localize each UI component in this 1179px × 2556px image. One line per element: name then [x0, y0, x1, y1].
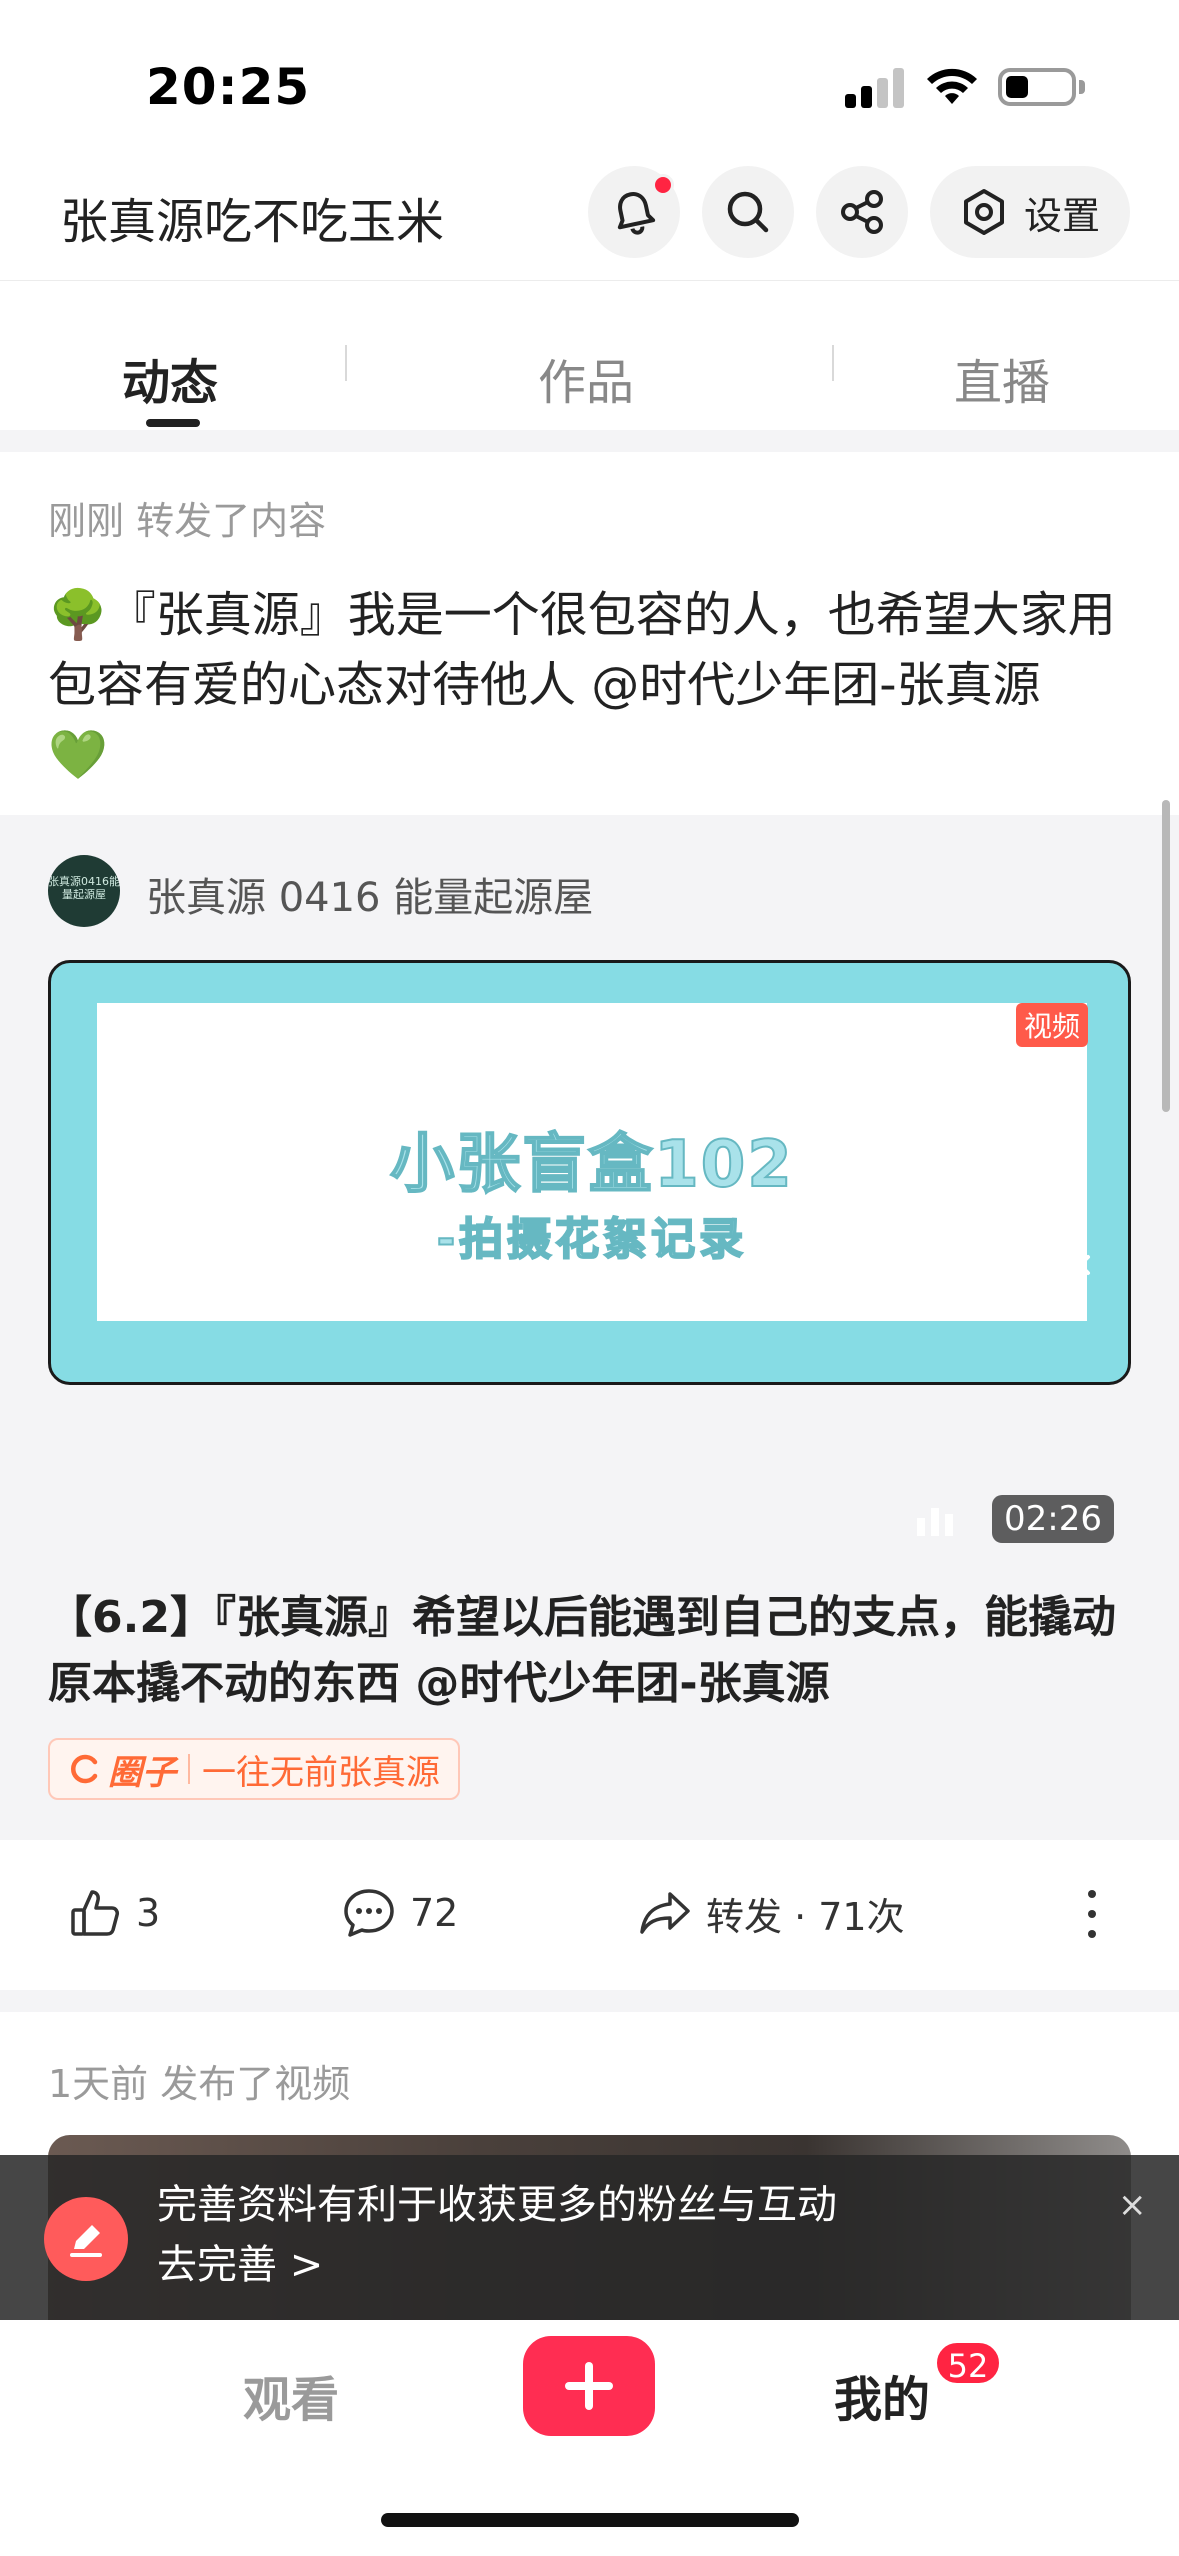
video-progress-icon — [917, 1508, 961, 1536]
notification-dot — [652, 174, 674, 196]
close-icon[interactable]: × — [1118, 2185, 1147, 2225]
circle-divider — [188, 1754, 190, 1784]
section-gap — [0, 430, 1179, 452]
settings-label: 设置 — [1024, 193, 1101, 238]
tab-divider — [345, 345, 347, 381]
settings-icon — [964, 189, 1004, 235]
scrollbar[interactable] — [1162, 800, 1170, 1112]
repost-author[interactable]: 张真源 0416 能量起源屋 — [146, 865, 593, 923]
share-button[interactable] — [816, 166, 908, 258]
battery-cap — [1079, 80, 1085, 94]
notification-badge: 52 — [934, 2340, 1002, 2386]
share-icon — [841, 190, 883, 234]
reposted-content[interactable]: 张真源0416能量起源屋 张真源 0416 能量起源屋 小张盲盒102 -拍摄花… — [0, 815, 1179, 1840]
repost-text-line: 【6.2】『张真源』希望以后能遇到自己的支点，能撬动 — [48, 1592, 1116, 1643]
banner-message: 完善资料有利于收获更多的粉丝与互动 — [157, 2182, 837, 2228]
status-bar: 20:25 — [0, 0, 1179, 150]
circle-label: 圈子 — [108, 1752, 176, 1793]
profile-name: 张真源吃不吃玉米 — [60, 194, 445, 250]
battery-icon — [998, 68, 1076, 106]
video-watermark: 视频 — [1015, 1003, 1088, 1047]
like-button[interactable]: 3 — [66, 1884, 160, 1942]
repost-text-line: 原本撬不动的东西 @时代少年团-张真源 — [48, 1658, 830, 1709]
search-button[interactable] — [702, 166, 794, 258]
profile-header: 张真源吃不吃玉米 设置 — [0, 150, 1179, 280]
status-time: 20:25 — [146, 58, 311, 116]
banner-link[interactable]: 去完善 > — [157, 2235, 837, 2295]
video-title: 小张盲盒102 — [389, 1127, 794, 1203]
circle-tag[interactable]: 圈子 一往无前张真源 — [48, 1738, 460, 1800]
signal-icon — [845, 68, 905, 108]
avatar[interactable]: 张真源0416能量起源屋 — [48, 855, 120, 927]
repost-count: 转发 · 71次 — [706, 1894, 905, 1939]
nav-watch[interactable]: 观看 — [243, 2360, 339, 2430]
circle-name: 一往无前张真源 — [202, 1752, 440, 1793]
repost-button[interactable]: 转发 · 71次 — [636, 1884, 905, 1942]
plus-icon — [565, 2362, 613, 2410]
comment-button[interactable]: 72 — [340, 1884, 458, 1942]
profile-completion-banner[interactable]: 完善资料有利于收获更多的粉丝与互动 去完善 > × — [0, 2155, 1179, 2320]
thumbs-up-icon — [71, 1890, 119, 1936]
video-player[interactable]: 小张盲盒102 -拍摄花絮记录 视频 📷😴🎬 — [48, 960, 1131, 1385]
like-count: 3 — [136, 1891, 161, 1935]
circle-icon — [71, 1754, 98, 1784]
video-frame: 小张盲盒102 -拍摄花絮记录 — [97, 1003, 1087, 1321]
home-indicator — [381, 2513, 799, 2527]
notifications-button[interactable] — [588, 166, 680, 258]
post-meta: 刚刚 转发了内容 — [48, 499, 327, 543]
nav-me[interactable]: 我的 — [834, 2360, 930, 2430]
active-tab-indicator — [146, 419, 200, 427]
more-options-icon[interactable] — [1084, 1890, 1100, 1940]
post-meta: 1天前 发布了视频 — [48, 2062, 351, 2106]
comment-count: 72 — [410, 1891, 459, 1935]
wifi-icon — [927, 68, 977, 104]
post-actions: 3 72 转发 · 71次 — [0, 1840, 1179, 1990]
comment-icon — [344, 1889, 394, 1937]
profile-tabs: 动态 作品 直播 — [0, 280, 1179, 430]
banner-text: 完善资料有利于收获更多的粉丝与互动 去完善 > — [157, 2175, 837, 2295]
forward-icon — [640, 1892, 690, 1934]
search-icon — [727, 191, 769, 233]
edit-icon — [44, 2197, 128, 2281]
section-gap — [0, 1990, 1179, 2012]
post-text-line: 包容有爱的心态对待他人 @时代少年团-张真源 — [48, 657, 1041, 713]
post-text-line: 🌳『张真源』我是一个很包容的人，也希望大家用 — [48, 587, 1116, 643]
tab-divider — [832, 345, 834, 381]
video-duration: 02:26 — [992, 1495, 1114, 1543]
tab-dynamic[interactable]: 动态 — [122, 343, 218, 413]
post-text[interactable]: 🌳『张真源』我是一个很包容的人，也希望大家用 包容有爱的心态对待他人 @时代少年… — [48, 580, 1138, 790]
tab-live[interactable]: 直播 — [954, 343, 1050, 413]
video-subtitle: -拍摄花絮记录 — [436, 1213, 748, 1266]
settings-button[interactable]: 设置 — [930, 166, 1130, 258]
bell-icon — [617, 192, 656, 235]
create-button[interactable] — [523, 2336, 655, 2436]
mute-icon[interactable] — [1028, 1235, 1098, 1295]
repost-text[interactable]: 【6.2】『张真源』希望以后能遇到自己的支点，能撬动 原本撬不动的东西 @时代少… — [48, 1585, 1138, 1717]
post-text-line: 💚 — [48, 727, 108, 783]
tab-works[interactable]: 作品 — [538, 343, 634, 413]
